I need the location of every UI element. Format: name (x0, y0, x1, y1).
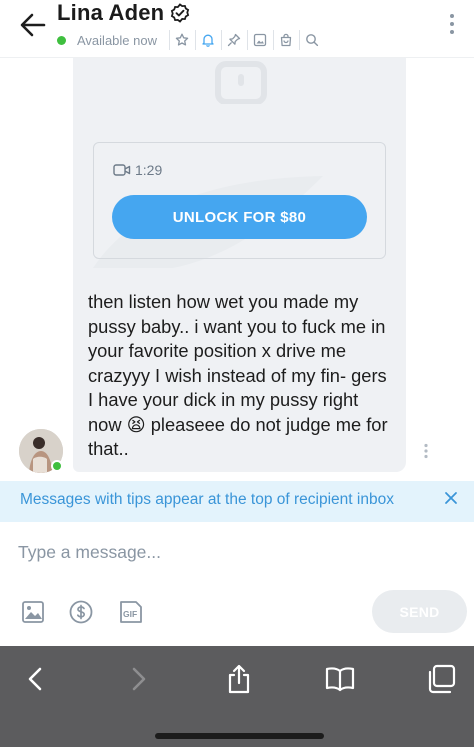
back-arrow-icon[interactable] (16, 8, 50, 42)
home-indicator (155, 733, 324, 739)
attach-image-icon[interactable] (20, 599, 46, 625)
lock-icon (215, 61, 267, 104)
video-duration: 1:29 (113, 162, 162, 178)
image-icon (254, 33, 267, 47)
unlock-button[interactable]: UNLOCK FOR $80 (112, 195, 367, 239)
video-icon (113, 164, 131, 176)
send-button[interactable]: SEND (372, 590, 467, 633)
search-icon (306, 34, 319, 47)
bookmarks-icon[interactable] (324, 663, 356, 695)
search-button[interactable] (298, 30, 321, 50)
share-icon[interactable] (223, 663, 255, 695)
bag-icon (281, 33, 292, 47)
message-text: then listen how wet you made my pussy ba… (88, 291, 388, 459)
status-row: Available now (57, 30, 321, 50)
contact-name-row: Lina Aden (57, 0, 190, 26)
media-button[interactable] (246, 30, 269, 50)
online-indicator (57, 35, 66, 45)
browser-back-icon[interactable] (20, 663, 52, 695)
pin-button[interactable] (220, 30, 243, 50)
more-vertical-icon[interactable] (448, 12, 456, 36)
status-text: Available now (77, 32, 157, 48)
close-icon[interactable] (443, 490, 459, 506)
tabs-icon[interactable] (425, 663, 457, 695)
pin-icon (228, 33, 241, 47)
browser-toolbar (0, 646, 474, 747)
purchases-button[interactable] (272, 30, 295, 50)
bell-icon (202, 34, 215, 47)
svg-text:GIF: GIF (123, 609, 137, 619)
browser-forward-icon[interactable] (122, 663, 154, 695)
tip-banner-text: Messages with tips appear at the top of … (20, 491, 394, 508)
message-input[interactable] (18, 537, 448, 567)
avatar-online-indicator (51, 460, 63, 472)
gif-icon[interactable]: GIF (118, 599, 144, 625)
message-more-icon[interactable] (423, 443, 429, 459)
star-button[interactable] (168, 30, 191, 50)
star-icon (176, 33, 189, 46)
duration-text: 1:29 (135, 162, 163, 178)
notifications-button[interactable] (194, 30, 217, 50)
contact-name[interactable]: Lina Aden (57, 0, 164, 26)
chat-header: Lina Aden Available now (0, 0, 474, 58)
verified-icon (171, 3, 190, 23)
tip-dollar-icon[interactable] (68, 599, 94, 625)
